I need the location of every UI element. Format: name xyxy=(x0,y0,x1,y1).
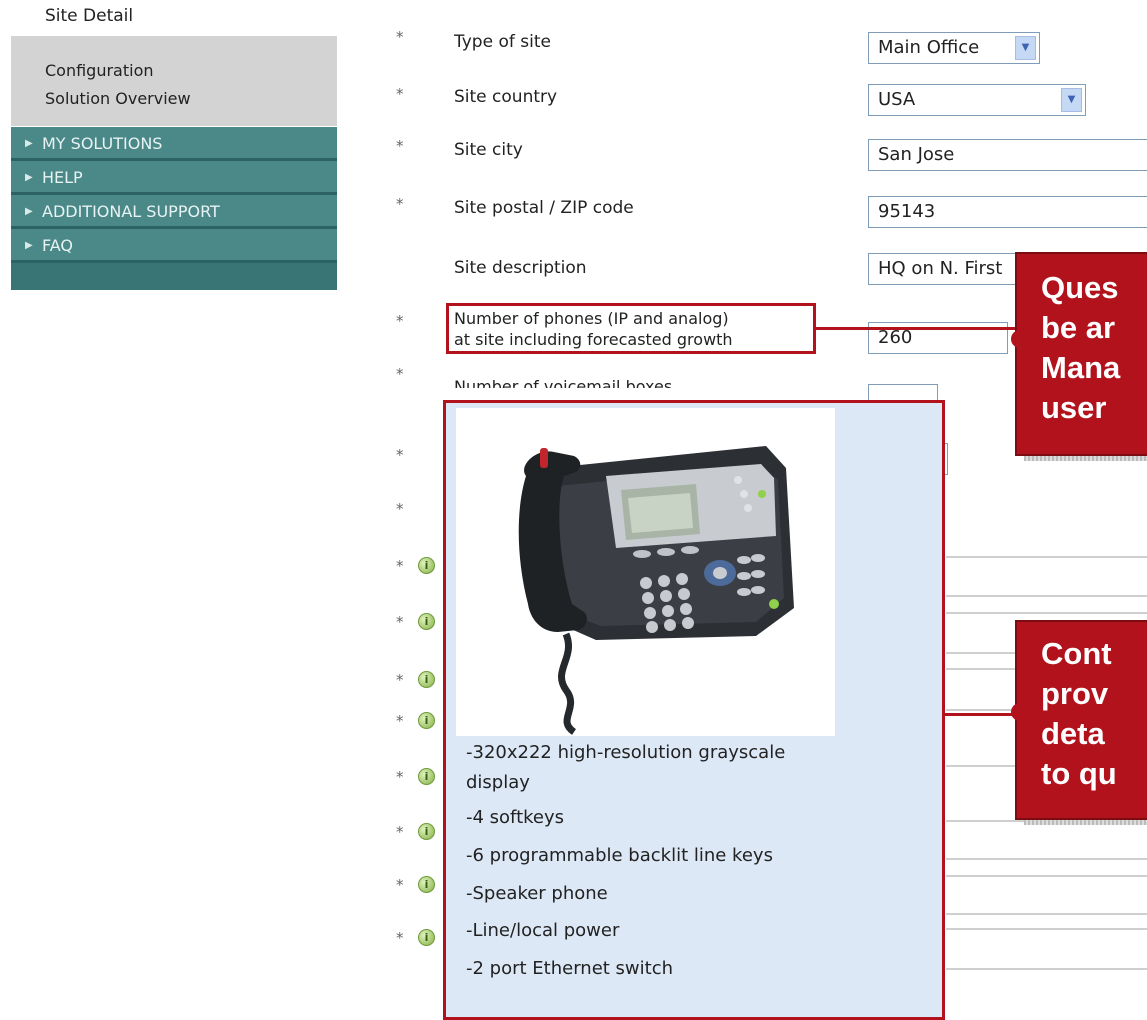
nav-item-label: FAQ xyxy=(42,236,73,255)
field-edge xyxy=(946,556,1147,558)
voicemail-label: Number of voicemail boxes xyxy=(454,378,673,388)
nav-item-help[interactable]: ▶ HELP xyxy=(11,161,337,195)
required-marker: * xyxy=(396,500,404,518)
callout-top: Ques be ar Mana user xyxy=(1015,252,1147,456)
ip-phone-icon xyxy=(518,446,794,735)
site-city-value: San Jose xyxy=(878,144,955,165)
site-country-select[interactable]: USA ▼ xyxy=(868,84,1086,116)
callout-bottom-shadow xyxy=(1024,820,1147,825)
site-postal-input[interactable]: 95143 xyxy=(868,196,1147,228)
nav-menu: ▶ MY SOLUTIONS ▶ HELP ▶ ADDITIONAL SUPPO… xyxy=(11,127,337,290)
callout-bottom-anchor-dot xyxy=(1011,703,1029,721)
required-marker: * xyxy=(396,876,404,894)
feature-power: -Line/local power xyxy=(466,920,620,941)
field-edge xyxy=(946,612,1147,614)
phones-label-line2: at site including forecasted growth xyxy=(454,330,733,349)
ip-phone-image xyxy=(456,408,835,736)
feature-softkeys: -4 softkeys xyxy=(466,807,565,828)
site-country-label: Site country xyxy=(454,87,558,107)
callout-top-line2: be ar xyxy=(1041,310,1116,345)
nav-item-label: MY SOLUTIONS xyxy=(42,134,163,153)
type-of-site-select[interactable]: Main Office ▼ xyxy=(868,32,1040,64)
required-marker: * xyxy=(396,557,404,575)
type-of-site-value: Main Office xyxy=(878,37,980,58)
nav-footer-bar xyxy=(11,263,337,290)
info-icon[interactable]: i xyxy=(418,823,435,840)
nav-item-additional-support[interactable]: ▶ ADDITIONAL SUPPORT xyxy=(11,195,337,229)
required-marker: * xyxy=(396,195,404,213)
callout-connector-top xyxy=(816,327,1032,330)
nav-configuration-panel: Configuration Solution Overview xyxy=(11,36,337,126)
type-of-site-label: Type of site xyxy=(454,32,551,52)
required-marker: * xyxy=(396,312,404,330)
info-icon[interactable]: i xyxy=(418,671,435,688)
phones-value: 260 xyxy=(878,327,913,348)
info-icon[interactable]: i xyxy=(418,768,435,785)
field-edge xyxy=(946,858,1147,860)
required-marker: * xyxy=(396,137,404,155)
required-marker: * xyxy=(396,929,404,947)
nav-solution-overview-link[interactable]: Solution Overview xyxy=(45,89,191,108)
chevron-down-icon[interactable]: ▼ xyxy=(1061,88,1082,112)
required-marker: * xyxy=(396,85,404,103)
required-marker: * xyxy=(396,446,404,464)
site-postal-value: 95143 xyxy=(878,201,936,222)
nav-item-faq[interactable]: ▶ FAQ xyxy=(11,229,337,263)
required-marker: * xyxy=(396,768,404,786)
site-country-value: USA xyxy=(878,89,916,110)
triangle-right-icon: ▶ xyxy=(25,172,33,183)
callout-top-line1: Ques xyxy=(1041,270,1119,305)
info-icon[interactable]: i xyxy=(418,929,435,946)
site-description-label: Site description xyxy=(454,258,587,278)
triangle-right-icon: ▶ xyxy=(25,206,33,217)
feature-display-cont: display xyxy=(466,772,530,793)
phones-label-line1: Number of phones (IP and analog) xyxy=(454,309,729,328)
field-edge xyxy=(946,928,1147,930)
chevron-down-icon[interactable]: ▼ xyxy=(1015,36,1036,60)
callout-top-shadow xyxy=(1024,456,1147,461)
required-marker: * xyxy=(396,712,404,730)
nav-item-label: ADDITIONAL SUPPORT xyxy=(42,202,220,221)
callout-bottom-line2: prov xyxy=(1041,676,1109,711)
site-city-input[interactable]: San Jose xyxy=(868,139,1147,171)
info-icon[interactable]: i xyxy=(418,712,435,729)
site-postal-label: Site postal / ZIP code xyxy=(454,198,634,218)
info-icon[interactable]: i xyxy=(418,613,435,630)
phone-detail-popup: -320x222 high-resolution grayscale displ… xyxy=(443,400,945,1020)
field-edge xyxy=(946,913,1147,915)
info-icon[interactable]: i xyxy=(418,557,435,574)
nav-configuration-link[interactable]: Configuration xyxy=(45,61,154,80)
callout-bottom-line3: deta xyxy=(1041,716,1105,751)
triangle-right-icon: ▶ xyxy=(25,240,33,251)
nav-item-my-solutions[interactable]: ▶ MY SOLUTIONS xyxy=(11,127,337,161)
required-marker: * xyxy=(396,823,404,841)
triangle-right-icon: ▶ xyxy=(25,138,33,149)
info-icon[interactable]: i xyxy=(418,876,435,893)
callout-top-anchor-dot xyxy=(1011,330,1029,348)
nav-site-detail[interactable]: Site Detail xyxy=(45,6,133,26)
required-marker: * xyxy=(396,365,404,383)
feature-speaker-phone: -Speaker phone xyxy=(466,883,608,904)
required-marker: * xyxy=(396,671,404,689)
site-description-value: HQ on N. First xyxy=(878,258,1003,279)
field-edge xyxy=(946,595,1147,597)
callout-bottom: Cont prov deta to qu xyxy=(1015,620,1147,820)
field-edge xyxy=(946,875,1147,877)
required-marker: * xyxy=(396,28,404,46)
site-city-label: Site city xyxy=(454,140,523,160)
callout-bottom-line4: to qu xyxy=(1041,756,1117,791)
feature-display: -320x222 high-resolution grayscale xyxy=(466,742,786,763)
nav-item-label: HELP xyxy=(42,168,83,187)
feature-line-keys: -6 programmable backlit line keys xyxy=(466,845,773,866)
callout-bottom-line1: Cont xyxy=(1041,636,1112,671)
required-marker: * xyxy=(396,613,404,631)
field-edge xyxy=(946,968,1147,970)
callout-top-line3: Mana xyxy=(1041,350,1121,385)
feature-ethernet-switch: -2 port Ethernet switch xyxy=(466,958,674,979)
callout-top-line4: user xyxy=(1041,390,1107,425)
